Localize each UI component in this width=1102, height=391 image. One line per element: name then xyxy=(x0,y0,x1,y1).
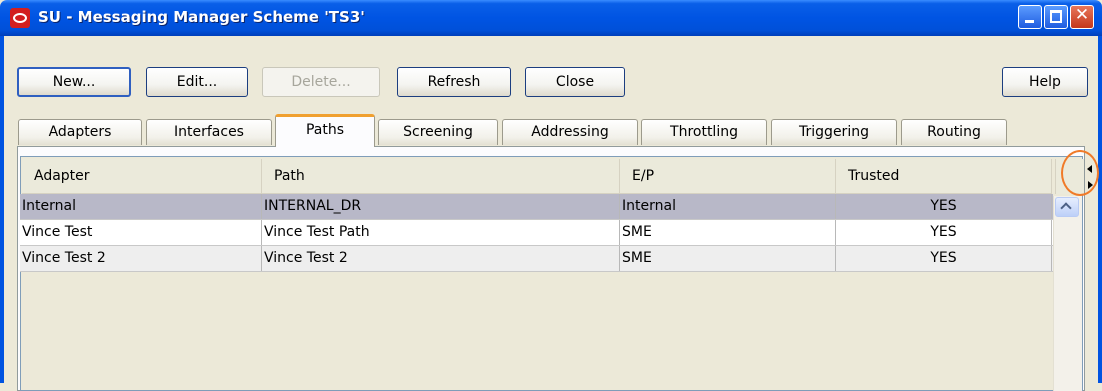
cell-path: Vince Test 2 xyxy=(262,246,620,271)
cell-ep: Internal xyxy=(620,194,836,219)
tab-interfaces[interactable]: Interfaces xyxy=(146,119,272,145)
scroll-up-button[interactable] xyxy=(1055,197,1079,217)
column-header-path[interactable]: Path xyxy=(262,159,620,193)
close-button[interactable]: Close xyxy=(525,67,625,97)
close-window-button[interactable]: ✕ xyxy=(1070,5,1094,29)
window-frame-left xyxy=(0,36,4,383)
table-row[interactable]: Internal INTERNAL_DR Internal YES xyxy=(20,194,1053,220)
cell-trusted: YES xyxy=(836,220,1052,245)
cell-adapter: Vince Test 2 xyxy=(20,246,262,271)
annotation-circle xyxy=(1061,150,1099,196)
delete-button[interactable]: Delete... xyxy=(262,67,380,97)
app-logo-icon xyxy=(10,8,30,28)
refresh-button[interactable]: Refresh xyxy=(397,67,511,97)
minimize-icon xyxy=(1025,20,1034,23)
tab-screening[interactable]: Screening xyxy=(378,119,498,145)
tab-routing[interactable]: Routing xyxy=(901,119,1007,145)
help-button[interactable]: Help xyxy=(1002,67,1088,97)
tab-adapters[interactable]: Adapters xyxy=(18,119,142,145)
table-row[interactable]: Vince Test Vince Test Path SME YES xyxy=(20,220,1053,246)
vertical-scrollbar[interactable] xyxy=(1053,196,1082,391)
cell-ep: SME xyxy=(620,246,836,271)
column-header-ep[interactable]: E/P xyxy=(620,159,836,193)
table-header: Adapter Path E/P Trusted xyxy=(22,159,1052,195)
column-header-trusted[interactable]: Trusted xyxy=(836,159,1052,193)
minimize-button[interactable] xyxy=(1018,5,1042,29)
maximize-button[interactable] xyxy=(1044,5,1068,29)
maximize-icon xyxy=(1050,10,1062,23)
table-row[interactable]: Vince Test 2 Vince Test 2 SME YES xyxy=(20,246,1053,272)
tab-throttling[interactable]: Throttling xyxy=(641,119,767,145)
tab-addressing[interactable]: Addressing xyxy=(502,119,638,145)
title-bar[interactable]: SU - Messaging Manager Scheme 'TS3' ✕ xyxy=(0,0,1102,36)
tab-paths[interactable]: Paths xyxy=(275,114,375,147)
cell-path: INTERNAL_DR xyxy=(262,194,620,219)
cell-adapter: Internal xyxy=(20,194,262,219)
close-icon: ✕ xyxy=(1074,5,1090,25)
cell-path: Vince Test Path xyxy=(262,220,620,245)
edit-button[interactable]: Edit... xyxy=(146,67,248,97)
cell-trusted: YES xyxy=(836,194,1052,219)
new-button[interactable]: New... xyxy=(17,67,131,97)
window-frame-right xyxy=(1098,36,1102,383)
tab-triggering[interactable]: Triggering xyxy=(771,119,897,145)
window-title: SU - Messaging Manager Scheme 'TS3' xyxy=(38,8,365,26)
cell-adapter: Vince Test xyxy=(20,220,262,245)
cell-ep: SME xyxy=(620,220,836,245)
column-header-adapter[interactable]: Adapter xyxy=(22,159,262,193)
cell-trusted: YES xyxy=(836,246,1052,271)
